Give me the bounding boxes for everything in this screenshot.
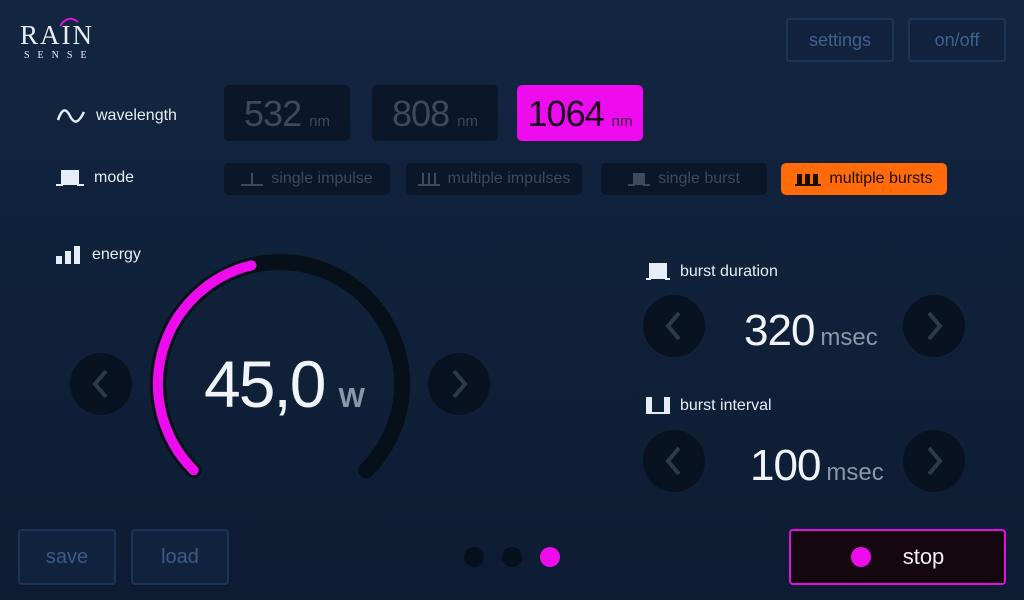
page-dot[interactable]: [464, 547, 484, 567]
page-dot-active[interactable]: [540, 547, 560, 567]
logo-subtitle: SENSE: [24, 50, 95, 61]
burst-duration-readout: 320 msec: [744, 306, 878, 356]
stop-label: stop: [902, 544, 945, 569]
pulse-icon: [56, 170, 84, 186]
wavelength-value: 532: [244, 93, 302, 134]
load-button[interactable]: load: [131, 529, 229, 585]
save-button[interactable]: save: [18, 529, 116, 585]
burst-duration-unit: msec: [820, 324, 878, 351]
mode-label-group: mode: [56, 168, 134, 188]
wavelength-unit: nm: [611, 113, 633, 130]
stop-indicator-icon: [850, 547, 871, 567]
mode-label: mode: [94, 169, 135, 186]
stop-button[interactable]: stop: [789, 529, 1006, 585]
page-dot[interactable]: [502, 547, 522, 567]
wavelength-value: 808: [392, 93, 450, 134]
wavelength-label: wavelength: [96, 107, 177, 124]
burst-duration-icon: [646, 263, 670, 280]
burst-interval-unit: msec: [826, 459, 884, 486]
energy-value: 45,0: [204, 347, 326, 421]
mode-multiple-bursts-button[interactable]: multiple bursts: [781, 163, 947, 195]
wavelength-unit: nm: [309, 113, 330, 130]
settings-button[interactable]: settings: [786, 18, 894, 62]
energy-readout: 45,0 W: [204, 346, 365, 422]
burst-interval-readout: 100 msec: [750, 441, 884, 491]
single-impulse-icon: [241, 173, 264, 186]
wavelength-label-group: wavelength: [56, 106, 177, 126]
mode-option-label: multiple bursts: [829, 170, 933, 187]
chevron-right-icon: [452, 369, 468, 399]
multiple-impulses-icon: [417, 173, 440, 186]
chevron-left-icon: [665, 311, 681, 341]
energy-label-group: energy: [56, 246, 141, 264]
burst-interval-increase-button[interactable]: [903, 430, 965, 492]
burst-interval-label-group: burst interval: [646, 396, 772, 416]
burst-duration-value: 320: [744, 306, 815, 355]
energy-bars-icon: [56, 246, 80, 264]
mode-option-label: single impulse: [271, 170, 373, 187]
burst-duration-decrease-button[interactable]: [643, 295, 705, 357]
single-burst-icon: [628, 173, 651, 186]
logo-wordmark: RAIN: [20, 20, 94, 50]
wavelength-value: 1064: [527, 93, 605, 134]
burst-duration-label: burst duration: [680, 263, 778, 280]
wavelength-808-button[interactable]: 808 nm: [372, 85, 498, 141]
burst-interval-value: 100: [750, 441, 821, 490]
wavelength-1064-button[interactable]: 1064 nm: [517, 85, 643, 141]
chevron-right-icon: [927, 446, 943, 476]
mode-single-impulse-button[interactable]: single impulse: [224, 163, 390, 195]
wavelength-532-button[interactable]: 532 nm: [224, 85, 350, 141]
burst-duration-increase-button[interactable]: [903, 295, 965, 357]
mode-single-burst-button[interactable]: single burst: [601, 163, 767, 195]
chevron-right-icon: [927, 311, 943, 341]
mode-multiple-impulses-button[interactable]: multiple impulses: [406, 163, 582, 195]
on-off-button[interactable]: on/off: [908, 18, 1006, 62]
energy-decrease-button[interactable]: [70, 353, 132, 415]
burst-interval-icon: [646, 397, 670, 414]
multiple-bursts-icon: [795, 174, 822, 186]
burst-interval-label: burst interval: [680, 397, 772, 414]
energy-label: energy: [92, 246, 141, 263]
mode-option-label: single burst: [658, 170, 740, 187]
chevron-left-icon: [665, 446, 681, 476]
energy-unit: W: [338, 382, 365, 413]
burst-duration-label-group: burst duration: [646, 262, 778, 282]
chevron-left-icon: [92, 369, 108, 399]
energy-increase-button[interactable]: [428, 353, 490, 415]
mode-option-label: multiple impulses: [447, 170, 571, 187]
rainsense-logo: RAIN SENSE: [20, 17, 120, 66]
burst-interval-decrease-button[interactable]: [643, 430, 705, 492]
page-indicator: [464, 547, 560, 567]
wavelength-unit: nm: [457, 113, 478, 130]
wave-icon: [56, 109, 86, 123]
